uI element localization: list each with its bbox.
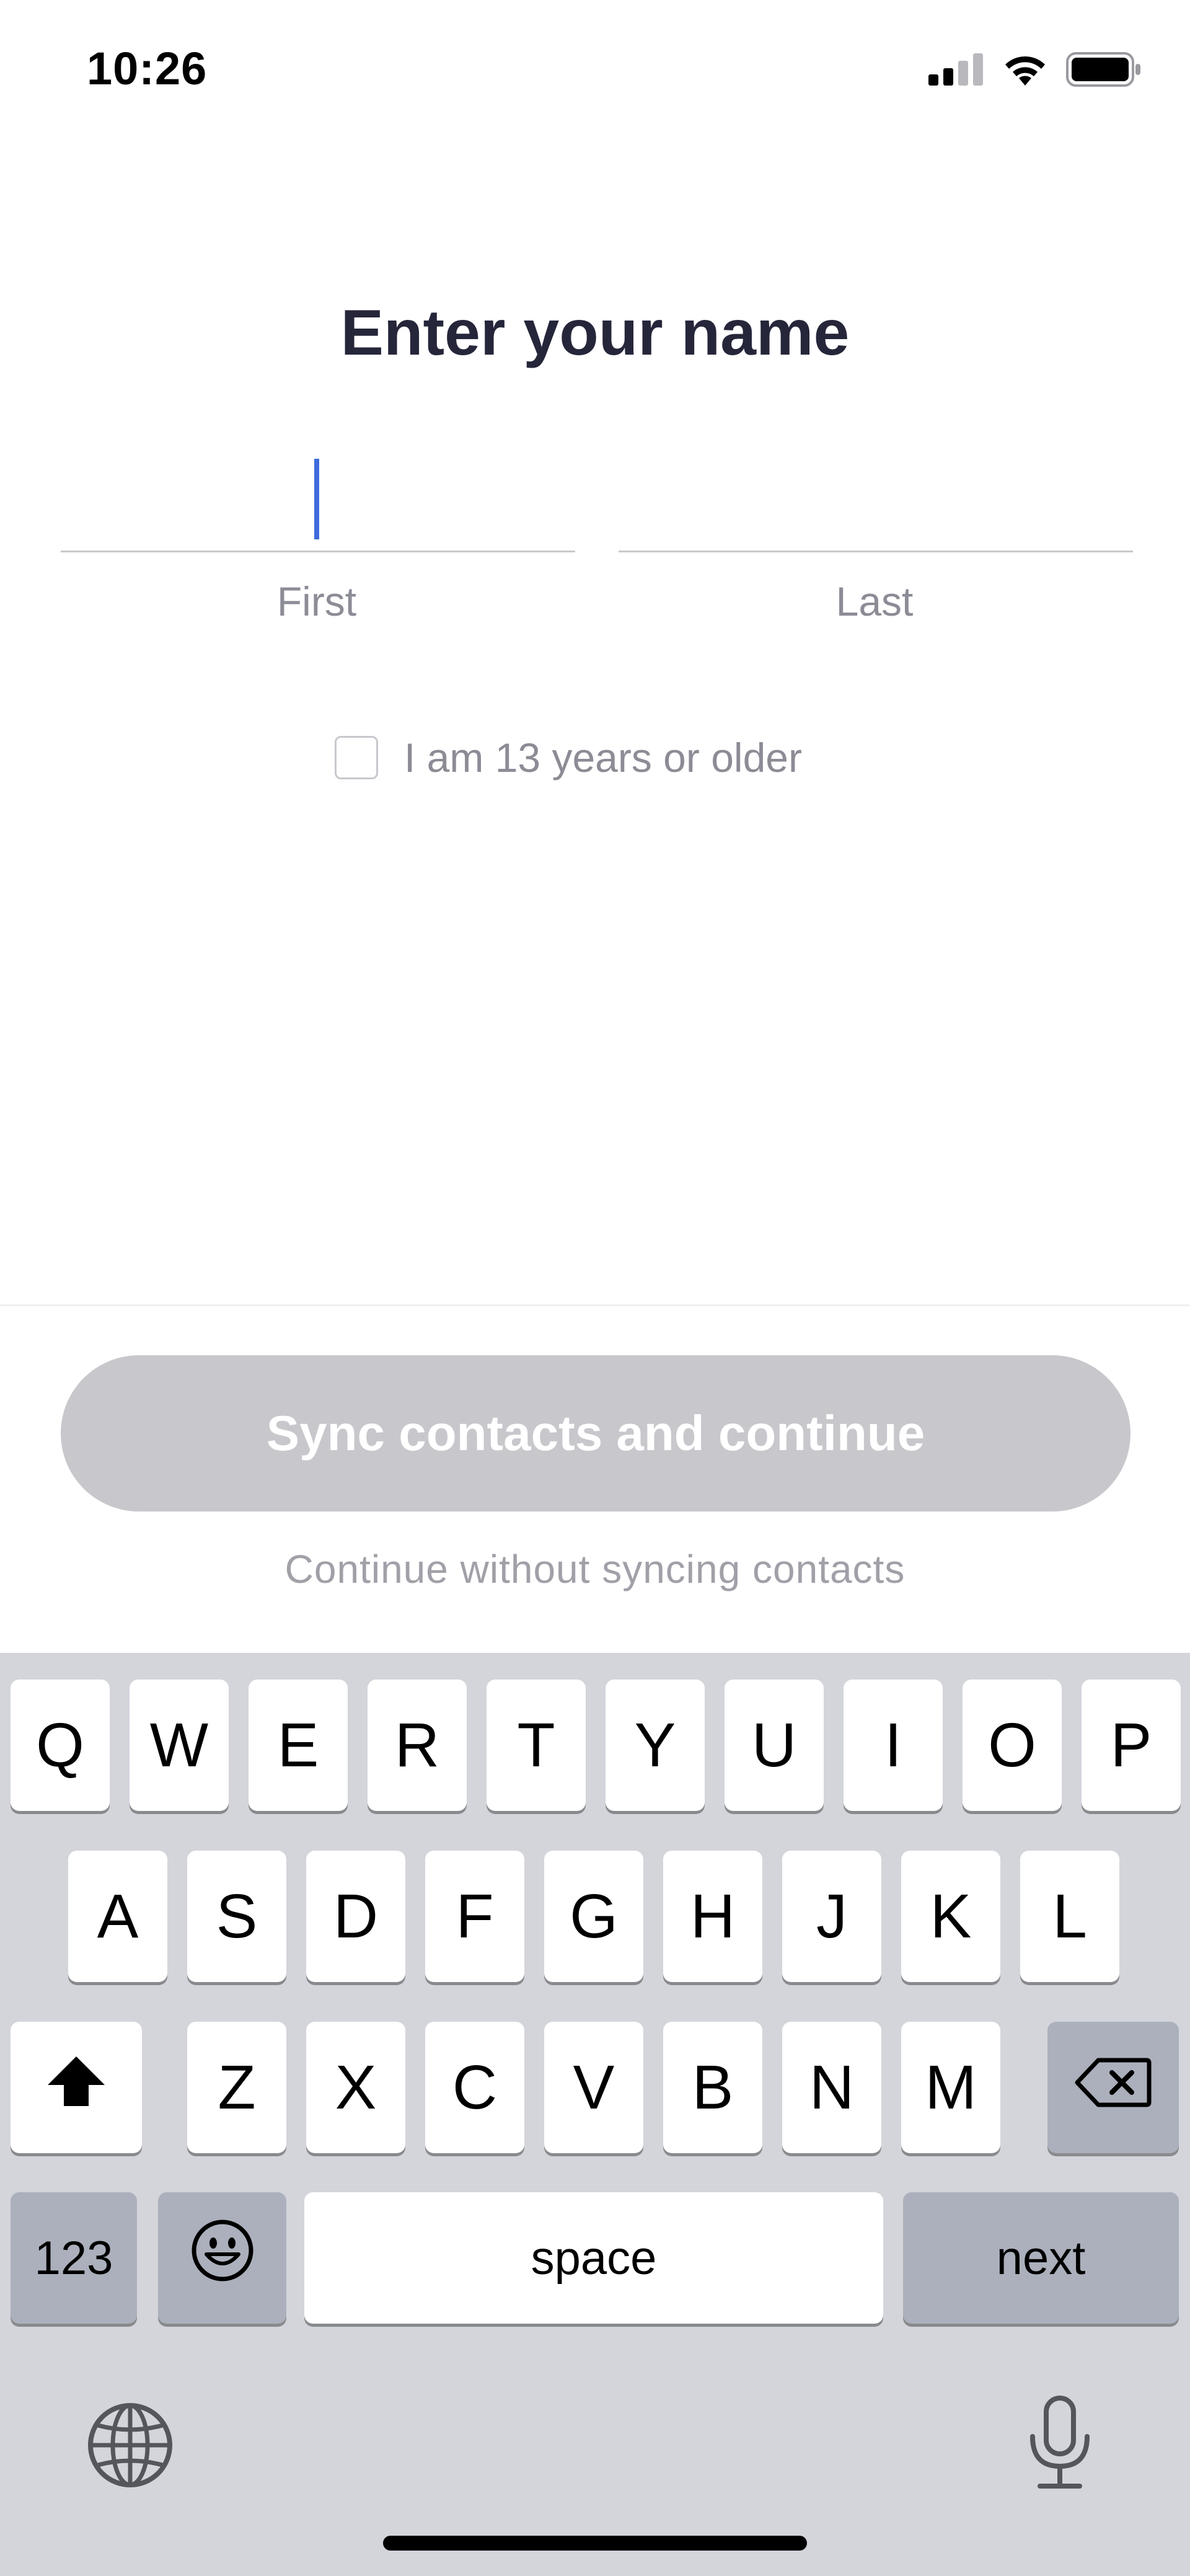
key-c[interactable]: C <box>425 2022 524 2153</box>
last-name-input[interactable] <box>619 446 1133 552</box>
emoji-key[interactable] <box>158 2192 286 2324</box>
key-q[interactable]: Q <box>11 1680 110 1811</box>
next-key[interactable]: next <box>903 2192 1179 2324</box>
status-time: 10:26 <box>87 43 208 94</box>
key-p[interactable]: P <box>1082 1680 1181 1811</box>
age-checkbox-label: I am 13 years or older <box>404 735 802 781</box>
battery-icon <box>1066 51 1142 90</box>
key-z[interactable]: Z <box>187 2022 286 2153</box>
backspace-icon <box>1075 2052 1152 2123</box>
numbers-key[interactable]: 123 <box>11 2192 137 2324</box>
key-d[interactable]: D <box>306 1851 405 1982</box>
status-icons <box>928 51 1142 90</box>
last-name-label: Last <box>835 578 914 624</box>
key-l[interactable]: L <box>1020 1851 1119 1982</box>
cellular-signal-icon <box>928 53 984 89</box>
key-o[interactable]: O <box>963 1680 1062 1811</box>
text-caret <box>314 459 319 539</box>
key-n[interactable]: N <box>782 2022 881 2153</box>
backspace-key[interactable] <box>1047 2022 1179 2153</box>
status-bar: 10:26 <box>0 0 1190 143</box>
continue-without-syncing-link[interactable]: Continue without syncing contacts <box>0 1546 1190 1592</box>
home-indicator[interactable] <box>383 2536 807 2551</box>
key-a[interactable]: A <box>68 1851 167 1982</box>
key-y[interactable]: Y <box>606 1680 705 1811</box>
key-g[interactable]: G <box>544 1851 643 1982</box>
key-x[interactable]: X <box>306 2022 405 2153</box>
key-b[interactable]: B <box>663 2022 762 2153</box>
shift-icon <box>45 2052 107 2123</box>
wifi-icon <box>1002 52 1049 90</box>
age-checkbox[interactable] <box>335 736 378 779</box>
microphone-icon[interactable] <box>1023 2394 1097 2494</box>
screen: 10:26 Enter your name First Last I am 13… <box>0 0 1190 2576</box>
first-name-field[interactable] <box>61 446 575 552</box>
space-key[interactable]: space <box>304 2192 883 2324</box>
shift-key[interactable] <box>11 2022 142 2153</box>
key-m[interactable]: M <box>901 2022 1000 2153</box>
sync-contacts-button[interactable]: Sync contacts and continue <box>61 1355 1130 1512</box>
key-j[interactable]: J <box>782 1851 881 1982</box>
divider <box>0 1304 1190 1306</box>
key-f[interactable]: F <box>425 1851 524 1982</box>
key-t[interactable]: T <box>487 1680 586 1811</box>
globe-icon[interactable] <box>87 2402 174 2492</box>
key-s[interactable]: S <box>187 1851 286 1982</box>
first-name-label: First <box>276 578 357 624</box>
key-h[interactable]: H <box>663 1851 762 1982</box>
page-title: Enter your name <box>340 297 850 369</box>
age-confirmation[interactable]: I am 13 years or older <box>335 734 802 781</box>
emoji-icon <box>190 2218 255 2298</box>
key-r[interactable]: R <box>368 1680 467 1811</box>
key-w[interactable]: W <box>130 1680 229 1811</box>
key-i[interactable]: I <box>844 1680 943 1811</box>
key-k[interactable]: K <box>901 1851 1000 1982</box>
key-v[interactable]: V <box>544 2022 643 2153</box>
last-name-field[interactable] <box>619 446 1133 552</box>
key-u[interactable]: U <box>725 1680 824 1811</box>
key-e[interactable]: E <box>249 1680 348 1811</box>
keyboard: Q W E R T Y U I O P A S D F G H J K L Z … <box>0 1653 1190 2576</box>
